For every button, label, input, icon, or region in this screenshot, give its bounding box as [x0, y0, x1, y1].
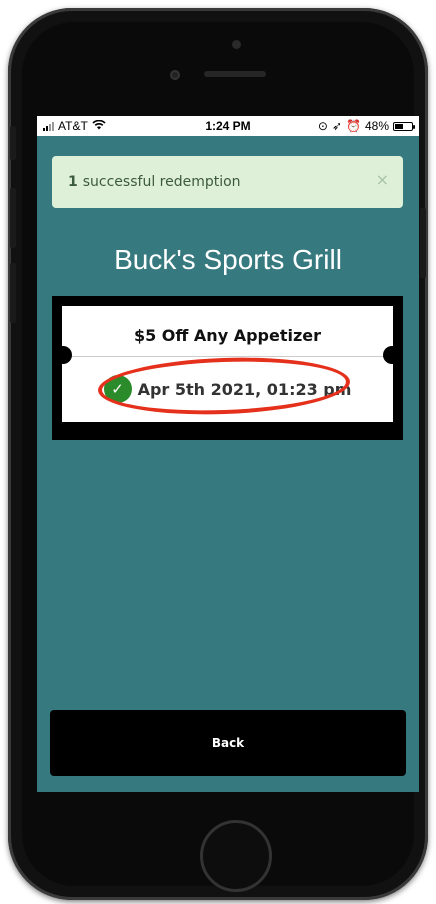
earpiece-speaker	[204, 71, 266, 77]
power-button	[420, 208, 426, 278]
home-button[interactable]	[200, 820, 272, 892]
highlight-annotation	[97, 353, 351, 419]
redemption-count: 1	[68, 174, 78, 190]
wifi-icon	[92, 119, 106, 133]
coupon-card: $5 Off Any Appetizer ✓ Apr 5th 2021, 01:…	[52, 296, 403, 440]
business-name: Buck's Sports Grill	[114, 244, 342, 275]
orientation-lock-icon: ⊙	[317, 119, 328, 133]
app-screen: AT&T 1:24 PM ⊙ ➶ ⏰ 48% 1 successful rede…	[37, 116, 419, 792]
status-right: ⊙ ➶ ⏰ 48%	[317, 119, 415, 133]
ticket-notch-left	[54, 346, 72, 364]
coupon-title: $5 Off Any Appetizer	[133, 326, 322, 345]
location-icon: ➶	[331, 119, 343, 133]
coupon-ticket: $5 Off Any Appetizer ✓ Apr 5th 2021, 01:…	[54, 306, 401, 422]
status-left: AT&T	[43, 119, 106, 133]
carrier-label: AT&T	[58, 119, 88, 133]
volume-up-button	[10, 188, 16, 248]
alarm-icon: ⏰	[346, 119, 361, 133]
battery-percent: 48%	[364, 119, 389, 133]
volume-down-button	[10, 263, 16, 323]
front-camera	[170, 70, 180, 80]
close-icon[interactable]: ×	[376, 170, 389, 189]
mute-switch	[10, 126, 16, 160]
battery-icon	[393, 121, 415, 131]
alert-message: successful redemption	[82, 174, 241, 190]
success-alert: 1 successful redemption ×	[52, 156, 403, 208]
battery-level	[395, 123, 403, 129]
status-bar: AT&T 1:24 PM ⊙ ➶ ⏰ 48%	[37, 116, 419, 136]
signal-icon	[43, 121, 54, 131]
ticket-notch-right	[383, 346, 401, 364]
sensor-dot	[232, 40, 241, 49]
back-button[interactable]: Back	[50, 710, 406, 776]
